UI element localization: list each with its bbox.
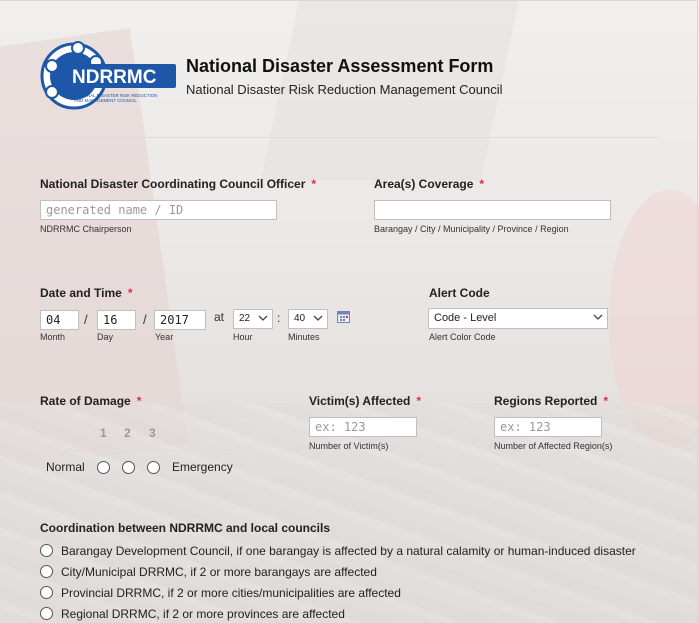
minutes-select[interactable]: 40 (288, 309, 328, 329)
coordination-option[interactable]: Barangay Development Council, if one bar… (40, 544, 636, 558)
scale-number: 2 (124, 426, 131, 440)
datetime-label: Date and Time * (40, 286, 133, 300)
chevron-down-icon (313, 315, 323, 321)
coordination-label: Coordination between NDRRMC and local co… (40, 521, 331, 535)
damage-radio-2[interactable] (122, 461, 135, 474)
alert-code-select[interactable]: Code - Level (428, 308, 608, 329)
chevron-down-icon (258, 315, 268, 321)
officer-sublabel: NDRRMC Chairperson (40, 224, 132, 234)
date-separator: / (84, 312, 88, 327)
radio-button[interactable] (40, 544, 53, 557)
regions-sublabel: Number of Affected Region(s) (494, 441, 613, 451)
radio-button[interactable] (40, 565, 53, 578)
scale-number: 1 (100, 426, 107, 440)
scale-number: 3 (149, 426, 156, 440)
radio-button[interactable] (40, 607, 53, 620)
svg-text:NDRRMC: NDRRMC (72, 67, 157, 88)
damage-radio-1[interactable] (97, 461, 110, 474)
victims-sublabel: Number of Victim(s) (309, 441, 389, 451)
coordination-option[interactable]: Regional DRRMC, if 2 or more provinces a… (40, 607, 345, 621)
year-input[interactable] (154, 310, 206, 330)
coverage-sublabel: Barangay / City / Municipality / Provinc… (374, 224, 569, 234)
svg-text:AND MANAGEMENT COUNCIL: AND MANAGEMENT COUNCIL (74, 98, 137, 103)
day-input[interactable] (97, 310, 136, 330)
form-title: National Disaster Assessment Form (186, 56, 494, 76)
at-text: at (214, 310, 225, 324)
coordination-option[interactable]: Provincial DRRMC, if 2 or more cities/mu… (40, 586, 401, 600)
regions-input[interactable] (494, 417, 602, 437)
scale-low-label: Normal (46, 460, 85, 474)
ndrrmc-logo: NDRRMC NATIONAL DISASTER RISK REDUCTION … (38, 40, 178, 112)
alert-code-sublabel: Alert Color Code (429, 332, 496, 342)
day-sublabel: Day (97, 332, 114, 342)
assessment-form: NDRRMC NATIONAL DISASTER RISK REDUCTION … (0, 0, 699, 623)
hour-sublabel: Hour (233, 332, 253, 342)
victims-input[interactable] (309, 417, 417, 437)
scale-divider (40, 450, 237, 451)
date-separator: / (143, 312, 147, 327)
scale-high-label: Emergency (172, 460, 233, 474)
officer-input[interactable] (40, 200, 277, 220)
coordination-option[interactable]: City/Municipal DRRMC, if 2 or more baran… (40, 565, 377, 579)
minutes-sublabel: Minutes (288, 332, 320, 342)
coverage-input[interactable] (374, 200, 611, 220)
hour-select[interactable]: 22 (233, 309, 273, 329)
coverage-label: Area(s) Coverage * (374, 177, 485, 191)
month-sublabel: Month (40, 332, 66, 342)
damage-radio-3[interactable] (147, 461, 160, 474)
radio-button[interactable] (40, 586, 53, 599)
header-divider (38, 137, 658, 138)
form-subtitle: National Disaster Risk Reduction Managem… (186, 82, 503, 97)
time-colon: : (277, 311, 281, 325)
officer-label: National Disaster Coordinating Council O… (40, 177, 317, 191)
month-input[interactable] (40, 310, 79, 330)
damage-label: Rate of Damage * (40, 394, 142, 408)
year-sublabel: Year (155, 332, 174, 342)
chevron-down-icon (593, 314, 603, 320)
regions-label: Regions Reported * (494, 394, 609, 408)
calendar-icon[interactable] (337, 310, 350, 323)
victims-label: Victim(s) Affected * (309, 394, 422, 408)
alert-code-label: Alert Code (429, 286, 490, 300)
